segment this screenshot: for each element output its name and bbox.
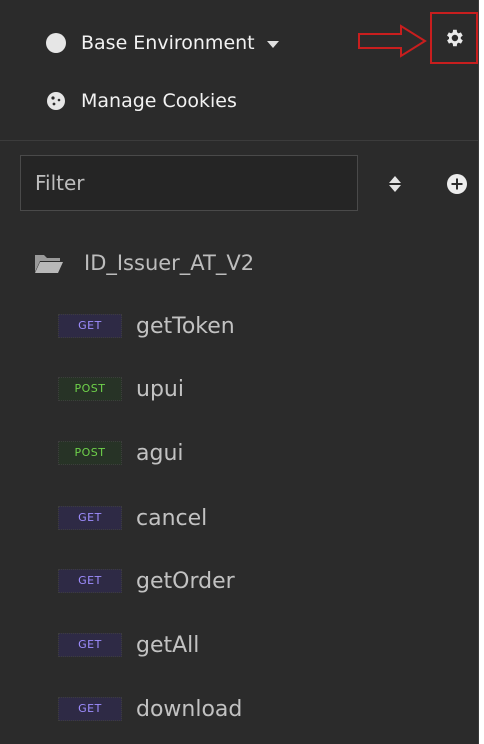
filter-toolbar: Filter (0, 140, 478, 224)
chevron-down-icon (266, 41, 279, 48)
method-badge: GET (58, 697, 122, 721)
gear-icon (447, 29, 463, 47)
filter-input[interactable]: Filter (20, 155, 358, 211)
request-name: cancel (136, 505, 208, 531)
request-name: download (136, 696, 243, 722)
request-name: agui (136, 440, 184, 466)
method-badge: GET (58, 506, 122, 530)
method-badge: POST (58, 441, 122, 465)
environment-label: Base Environment (81, 32, 255, 54)
environment-section: Base Environment Manage Cookies (0, 0, 478, 141)
request-name: getToken (136, 313, 235, 339)
method-badge: GET (58, 569, 122, 593)
request-item[interactable]: GET getToken (58, 311, 235, 341)
request-item[interactable]: GET download (58, 694, 242, 724)
request-item[interactable]: GET getOrder (58, 566, 235, 596)
request-name: upui (136, 376, 184, 402)
request-item[interactable]: POST agui (58, 438, 184, 468)
manage-cookies-label: Manage Cookies (81, 90, 237, 112)
request-item[interactable]: POST upui (58, 374, 184, 404)
folder-item[interactable]: ID_Issuer_AT_V2 (34, 246, 254, 280)
annotation-arrow-icon (358, 24, 427, 58)
settings-button[interactable] (430, 12, 478, 64)
sidebar-panel: Base Environment Manage Cookies Filter I… (0, 0, 479, 744)
manage-cookies-button[interactable]: Manage Cookies (46, 86, 237, 116)
method-badge: POST (58, 377, 122, 401)
method-badge: GET (58, 633, 122, 657)
sort-icon[interactable] (385, 174, 405, 194)
request-name: getAll (136, 632, 200, 658)
method-badge: GET (58, 314, 122, 338)
cookie-icon (47, 92, 65, 110)
environment-dropdown[interactable]: Base Environment (46, 28, 279, 58)
folder-name: ID_Issuer_AT_V2 (84, 251, 255, 275)
environment-color-icon (46, 33, 66, 53)
folder-open-icon (35, 255, 63, 273)
request-name: getOrder (136, 568, 235, 594)
request-item[interactable]: GET cancel (58, 503, 207, 533)
add-icon[interactable] (446, 173, 468, 195)
request-item[interactable]: GET getAll (58, 630, 199, 660)
